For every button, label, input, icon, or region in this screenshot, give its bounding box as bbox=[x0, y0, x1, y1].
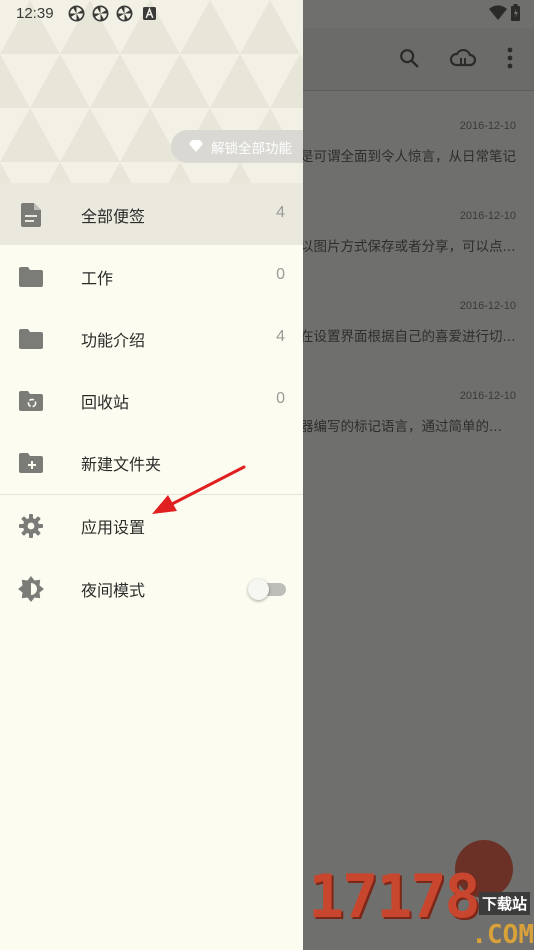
note-preview: 以图片方式保存或者分享，可以点... bbox=[300, 239, 516, 255]
diamond-icon bbox=[189, 137, 203, 156]
gear-icon bbox=[18, 513, 44, 539]
drawer-item-work[interactable]: 工作 0 bbox=[0, 245, 303, 307]
note-date: 2016-12-10 bbox=[459, 120, 516, 132]
drawer-item-count: 0 bbox=[276, 390, 285, 407]
watermark-logo: 17178 下载站 .COM bbox=[308, 862, 534, 950]
drawer-item-features-intro[interactable]: 功能介绍 4 bbox=[0, 307, 303, 369]
note-date: 2016-12-10 bbox=[459, 390, 516, 402]
note-date: 2016-12-10 bbox=[459, 210, 516, 222]
brightness-icon bbox=[18, 576, 44, 602]
drawer-item-label: 应用设置 bbox=[81, 518, 146, 537]
drawer-item-label: 回收站 bbox=[81, 393, 130, 412]
drawer-item-new-folder[interactable]: 新建文件夹 bbox=[0, 431, 303, 493]
drawer-item-label: 全部便签 bbox=[81, 207, 146, 226]
drawer-item-label: 工作 bbox=[81, 269, 114, 288]
recycle-folder-icon bbox=[18, 388, 44, 414]
more-vertical-icon[interactable] bbox=[492, 40, 528, 76]
search-icon[interactable] bbox=[391, 40, 427, 76]
toggle-thumb bbox=[248, 579, 269, 600]
unlock-label: 解锁全部功能 bbox=[211, 140, 292, 157]
watermark-domain: .COM bbox=[471, 920, 534, 950]
drawer-header: 解锁全部功能 bbox=[0, 0, 303, 183]
note-preview: 在设置界面根据自己的喜爱进行切... bbox=[300, 329, 516, 345]
watermark-subtitle: 下载站 bbox=[478, 892, 530, 915]
drawer-item-recycle-bin[interactable]: 回收站 0 bbox=[0, 369, 303, 431]
night-mode-toggle[interactable] bbox=[248, 578, 286, 600]
folder-icon bbox=[18, 264, 44, 290]
drawer-item-count: 4 bbox=[276, 328, 285, 345]
drawer-item-label: 功能介绍 bbox=[81, 331, 146, 350]
drawer-item-label: 夜间模式 bbox=[81, 581, 146, 600]
note-icon bbox=[18, 202, 44, 228]
drawer-item-app-settings[interactable]: 应用设置 bbox=[0, 494, 303, 556]
drawer-item-label: 新建文件夹 bbox=[81, 455, 162, 474]
watermark-digits: 17178 bbox=[308, 862, 481, 932]
folder-icon bbox=[18, 326, 44, 352]
cloud-sync-icon[interactable] bbox=[445, 40, 481, 76]
unlock-all-features-button[interactable]: 解锁全部功能 bbox=[171, 130, 303, 163]
navigation-drawer: 解锁全部功能 全部便签 4 工作 0 功能介绍 4 回收站 0 新建文件夹 应用… bbox=[0, 0, 303, 950]
note-date: 2016-12-10 bbox=[459, 300, 516, 312]
drawer-item-count: 0 bbox=[276, 266, 285, 283]
drawer-item-all-notes[interactable]: 全部便签 4 bbox=[0, 183, 303, 245]
note-preview: 器编写的标记语言，通过简单的... bbox=[300, 419, 502, 435]
add-folder-icon bbox=[18, 450, 44, 476]
drawer-item-count: 4 bbox=[276, 204, 285, 221]
note-preview: 是可谓全面到令人惊言，从日常笔记... bbox=[300, 149, 516, 165]
